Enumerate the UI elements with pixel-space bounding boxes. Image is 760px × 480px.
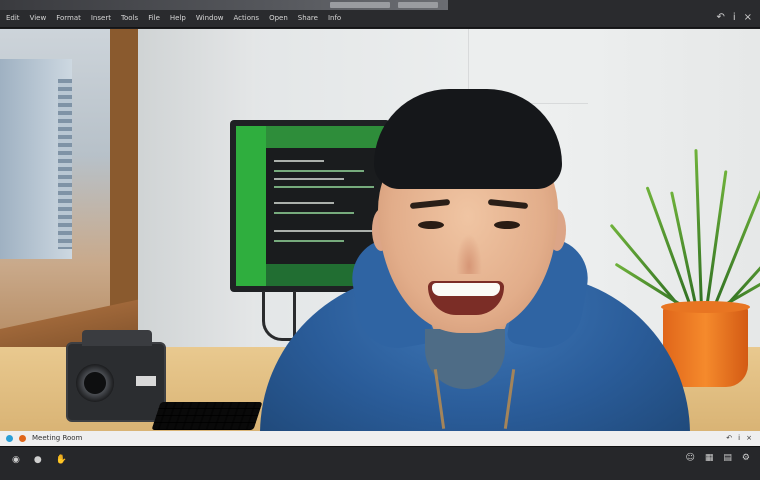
- camera-lens: [76, 364, 114, 402]
- menu-item[interactable]: Info: [328, 14, 341, 22]
- menu-item[interactable]: Share: [298, 14, 318, 22]
- strip-thumb: [330, 2, 390, 8]
- info-right: ↶ i ×: [726, 434, 752, 442]
- outside-building: [0, 59, 72, 259]
- menu-item[interactable]: Actions: [233, 14, 259, 22]
- hair: [374, 89, 562, 189]
- back-icon[interactable]: ↶: [726, 434, 732, 442]
- grid-icon[interactable]: ▦: [705, 453, 714, 463]
- menu-item[interactable]: Tools: [121, 14, 138, 22]
- camera-device: [66, 330, 166, 422]
- control-right: ☺ ▦ ▤ ⚙: [686, 453, 751, 463]
- menu-item[interactable]: Open: [269, 14, 288, 22]
- record-dot-icon: [19, 434, 26, 442]
- info-bar: Meeting Room ↶ i ×: [0, 431, 760, 446]
- info-icon[interactable]: i: [738, 434, 740, 442]
- menu-bar: Edit View Format Insert Tools File Help …: [6, 14, 341, 22]
- eye: [494, 221, 520, 229]
- mic-icon[interactable]: ◉: [12, 455, 20, 465]
- window-controls: ↶ i ×: [716, 12, 752, 23]
- camera-label: [136, 376, 156, 386]
- info-left: Meeting Room: [6, 434, 82, 442]
- reactions-icon[interactable]: ☺: [686, 453, 695, 463]
- menu-item[interactable]: Edit: [6, 14, 20, 22]
- video-viewport[interactable]: [0, 29, 760, 431]
- menu-item[interactable]: Insert: [91, 14, 111, 22]
- control-bar: ◉ ● ✋ ☺ ▦ ▤ ⚙: [0, 446, 760, 480]
- meeting-caption: Meeting Room: [32, 434, 83, 442]
- control-left: ◉ ● ✋: [12, 455, 67, 465]
- menu-item[interactable]: File: [148, 14, 160, 22]
- menu-item[interactable]: Format: [56, 14, 81, 22]
- camera-top: [82, 330, 152, 346]
- menu-item[interactable]: Window: [196, 14, 224, 22]
- menu-item[interactable]: Help: [170, 14, 186, 22]
- status-dot-icon: [6, 434, 13, 442]
- document-icon[interactable]: ▤: [723, 453, 732, 463]
- window-glass: [0, 29, 110, 344]
- teeth: [432, 283, 500, 296]
- top-toolbar: Edit View Format Insert Tools File Help …: [0, 0, 760, 28]
- eye: [418, 221, 444, 229]
- close-icon[interactable]: ×: [744, 12, 752, 23]
- camera-icon[interactable]: ●: [34, 455, 42, 465]
- menu-item[interactable]: View: [30, 14, 47, 22]
- info-icon[interactable]: i: [733, 12, 736, 23]
- strip-thumb: [398, 2, 438, 8]
- participant: [260, 69, 700, 431]
- title-strip: [0, 0, 448, 10]
- close-icon[interactable]: ×: [746, 434, 752, 442]
- keyboard: [151, 402, 263, 430]
- hand-icon[interactable]: ✋: [56, 455, 67, 465]
- back-icon[interactable]: ↶: [716, 12, 724, 23]
- nose: [456, 234, 482, 274]
- settings-icon[interactable]: ⚙: [742, 453, 750, 463]
